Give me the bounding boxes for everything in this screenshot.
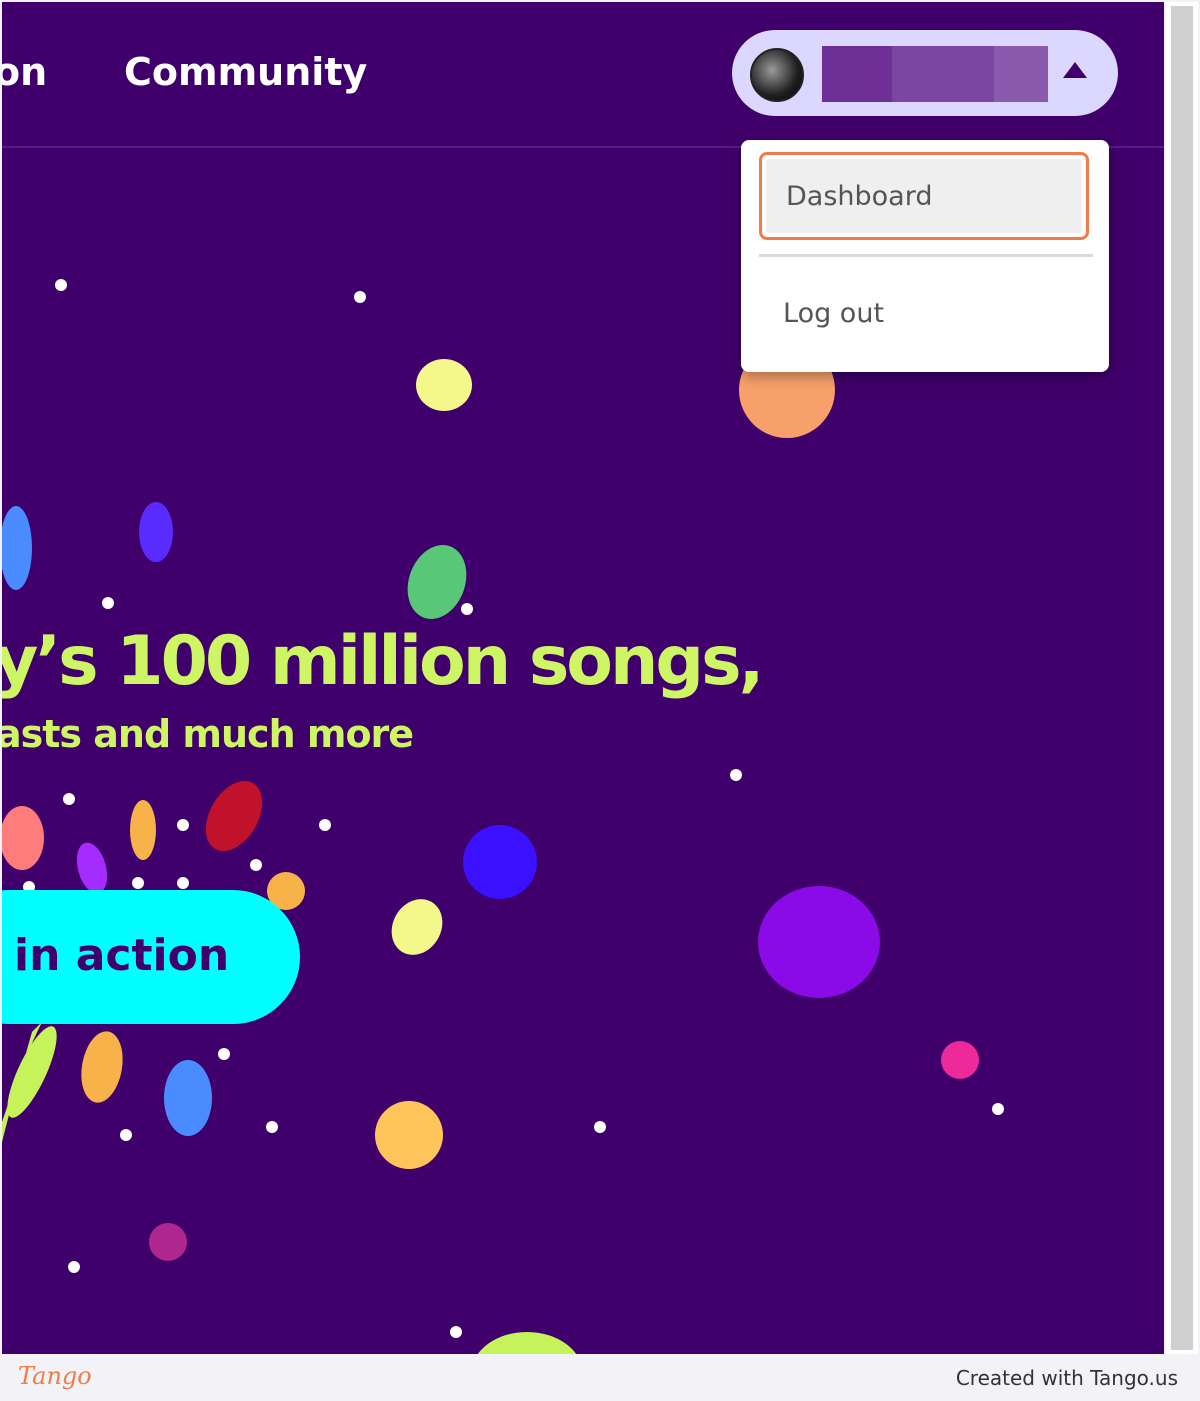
scrollbar-thumb[interactable] [1171,6,1193,1350]
hero-subtitle: asts and much more [2,712,414,756]
account-menu-button[interactable] [732,30,1118,116]
page-viewport: on Community y’s 100 million songs, asts… [2,2,1164,1354]
nav-item-partial[interactable]: on [2,50,47,94]
cta-label: in action [14,930,230,981]
caret-up-icon[interactable] [1062,60,1088,80]
menu-divider [759,254,1093,257]
hero-title: y’s 100 million songs, [2,622,764,701]
menu-item-logout[interactable]: Log out [783,298,884,329]
menu-item-dashboard[interactable]: Dashboard [759,152,1089,240]
nav-item-community[interactable]: Community [124,50,367,94]
tango-logo: Tango [18,1362,92,1390]
avatar [750,48,804,102]
account-dropdown-menu: Dashboard Log out [741,140,1109,372]
cta-button[interactable]: in action [2,890,300,1024]
footer-credit: Created with Tango.us [955,1366,1178,1390]
menu-item-dashboard-label: Dashboard [766,159,1082,233]
vertical-scrollbar[interactable] [1166,2,1198,1354]
